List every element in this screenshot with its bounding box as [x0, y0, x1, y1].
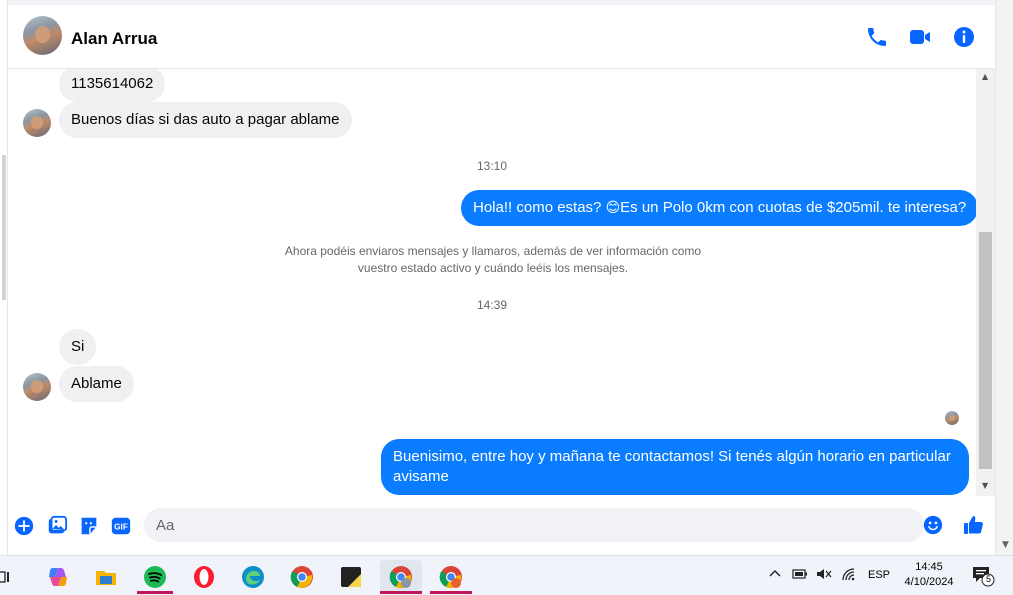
contact-name[interactable]: Alan Arrua — [71, 29, 157, 49]
scroll-down-arrow-icon[interactable]: ▼ — [982, 481, 988, 490]
clock-time: 14:45 — [915, 561, 943, 573]
notifications-button[interactable]: 5 — [971, 565, 995, 587]
folder-icon — [96, 571, 116, 585]
copilot-icon — [49, 568, 67, 586]
incoming-message[interactable]: Si — [59, 329, 97, 365]
sender-avatar[interactable] — [23, 109, 51, 137]
chrome-profile-icon — [389, 566, 412, 588]
spotify-icon — [144, 566, 166, 588]
audio-call-button[interactable] — [865, 25, 889, 49]
opera-icon — [194, 566, 214, 588]
notification-count-badge: 5 — [985, 574, 991, 584]
chevron-up-icon — [769, 570, 781, 577]
message-thread[interactable]: 1135614062 Buenos días si das auto a pag… — [8, 69, 976, 496]
outgoing-message-text: Hola!! como estas? — [473, 199, 606, 216]
taskbar-opera[interactable] — [186, 560, 222, 594]
scroll-up-arrow-icon[interactable]: ▲ — [982, 72, 988, 81]
network-button[interactable] — [842, 568, 858, 581]
battery-button[interactable] — [792, 568, 808, 580]
emoji-picker-button[interactable] — [923, 515, 943, 535]
incoming-message[interactable]: 1135614062 — [59, 69, 166, 102]
message-timestamp: 14:39 — [476, 298, 508, 312]
video-camera-icon — [910, 30, 930, 44]
seen-receipt-avatar — [945, 411, 959, 425]
left-scroll-grip[interactable] — [2, 155, 6, 300]
video-call-button[interactable] — [908, 25, 932, 49]
image-icon — [48, 515, 68, 534]
outgoing-message-text: Es un Polo 0km con cuotas de $205mil. te… — [620, 199, 967, 216]
clock-date: 4/10/2024 — [904, 576, 954, 588]
incoming-message[interactable]: Ablame — [59, 366, 134, 402]
edge-icon — [242, 566, 264, 588]
wifi-icon — [842, 568, 855, 581]
smiley-icon — [923, 515, 943, 535]
message-timestamp: 13:10 — [476, 159, 508, 173]
incoming-message[interactable]: Buenos días si das auto a pagar ablame — [59, 102, 352, 138]
taskbar-file-explorer[interactable] — [88, 560, 124, 594]
attach-media-button[interactable] — [46, 515, 68, 537]
task-view-icon — [0, 571, 9, 583]
clock[interactable]: 14:45 4/10/2024 — [895, 560, 963, 590]
page-scroll-down-arrow-icon[interactable]: ▼ — [1002, 540, 1009, 550]
contact-avatar[interactable] — [23, 16, 62, 55]
taskbar-copilot[interactable] — [40, 560, 76, 594]
phone-icon — [868, 28, 886, 46]
volume-button[interactable] — [816, 568, 832, 580]
chrome-icon — [290, 566, 313, 588]
input-language-indicator[interactable]: ESP — [868, 569, 890, 581]
taskbar-chrome-profile-active[interactable] — [380, 560, 422, 594]
taskbar-chrome-profile-2[interactable] — [430, 560, 472, 594]
sticky-notes-icon — [341, 567, 361, 587]
taskbar-chrome[interactable] — [284, 560, 320, 594]
messaging-notice: Ahora podéis enviaros mensajes y llamaro… — [284, 244, 702, 275]
more-actions-button[interactable] — [13, 515, 35, 537]
thumbs-up-icon — [964, 516, 983, 534]
send-like-button[interactable] — [962, 513, 986, 537]
outgoing-message[interactable]: Buenisimo, entre hoy y mañana te contact… — [381, 439, 969, 495]
message-scrollbar[interactable]: ▲ ▼ — [976, 69, 995, 496]
battery-icon — [792, 569, 807, 579]
windows-taskbar: ESP 14:45 4/10/2024 5 — [0, 555, 1013, 595]
outgoing-message[interactable]: Hola!! como estas? 😊Es un Polo 0km con c… — [461, 190, 976, 226]
smiling-emoji-icon: 😊 — [605, 200, 621, 216]
message-input[interactable] — [144, 508, 924, 542]
taskbar-spotify[interactable] — [137, 560, 173, 594]
task-view-button[interactable] — [0, 560, 14, 594]
sticker-button[interactable] — [78, 515, 100, 537]
messenger-window: Alan Arrua 1135614062 Buenos días si das… — [0, 0, 1013, 595]
gif-icon: GIF — [111, 517, 131, 535]
show-hidden-icons-button[interactable] — [769, 568, 781, 578]
taskbar-edge[interactable] — [235, 560, 271, 594]
message-composer: GIF — [8, 496, 995, 555]
taskbar-sticky-notes[interactable] — [333, 560, 369, 594]
sender-avatar[interactable] — [23, 373, 51, 401]
scrollbar-thumb[interactable] — [979, 232, 992, 469]
svg-text:GIF: GIF — [114, 523, 128, 532]
info-icon — [954, 27, 974, 47]
gif-button[interactable]: GIF — [110, 515, 132, 537]
chrome-profile-icon — [439, 566, 462, 588]
right-window-edge: ▼ — [995, 0, 1013, 555]
plus-circle-icon — [14, 516, 34, 536]
left-window-edge — [0, 0, 8, 555]
sticker-icon — [81, 517, 97, 535]
speaker-muted-icon — [817, 569, 832, 579]
conversation-info-button[interactable] — [952, 25, 976, 49]
conversation-header: Alan Arrua — [8, 0, 995, 69]
